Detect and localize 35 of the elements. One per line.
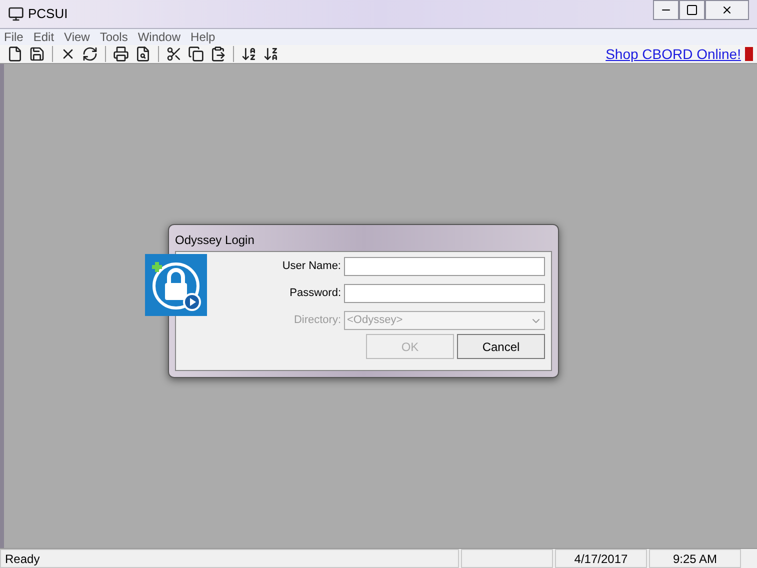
new-document-icon[interactable] [7,46,23,62]
close-button[interactable] [705,0,749,20]
print-preview-icon[interactable] [135,46,151,62]
menu-item[interactable]: Window [138,28,181,46]
field-label: User Name: [282,259,341,274]
app-icon [8,6,24,22]
print-icon[interactable] [113,46,129,62]
maximize-button[interactable] [679,0,705,20]
sort-descending-icon[interactable] [263,46,279,62]
close-icon [721,4,733,16]
menu-item[interactable]: Tools [100,28,128,46]
cut-icon[interactable] [166,46,182,62]
maximize-icon [686,4,698,16]
save-icon[interactable] [29,46,45,62]
copy-icon[interactable] [188,46,204,62]
lock-icon [145,254,207,316]
text-field[interactable] [344,257,545,276]
menu-item[interactable]: View [64,28,90,46]
dialog-title: Odyssey Login [175,232,256,249]
status-message: Ready [0,549,459,568]
logo-icon [745,47,753,61]
status-time: 9:25 AM [649,549,741,568]
text-field[interactable] [344,284,545,303]
menu-item[interactable]: File [4,28,24,46]
paste-icon[interactable] [210,46,226,62]
status-date: 4/17/2017 [555,549,647,568]
sort-ascending-icon[interactable] [241,46,257,62]
menu-item[interactable]: Edit [33,28,54,46]
refresh-icon[interactable] [82,46,98,62]
field-label: Password: [290,286,341,302]
window-title: PCSUI [28,5,68,24]
dialog-button[interactable]: Cancel [457,334,545,359]
menu-item[interactable]: Help [190,28,216,46]
shop-link[interactable]: Shop CBORD Online! [606,44,741,64]
field-label: Directory: [294,313,341,328]
